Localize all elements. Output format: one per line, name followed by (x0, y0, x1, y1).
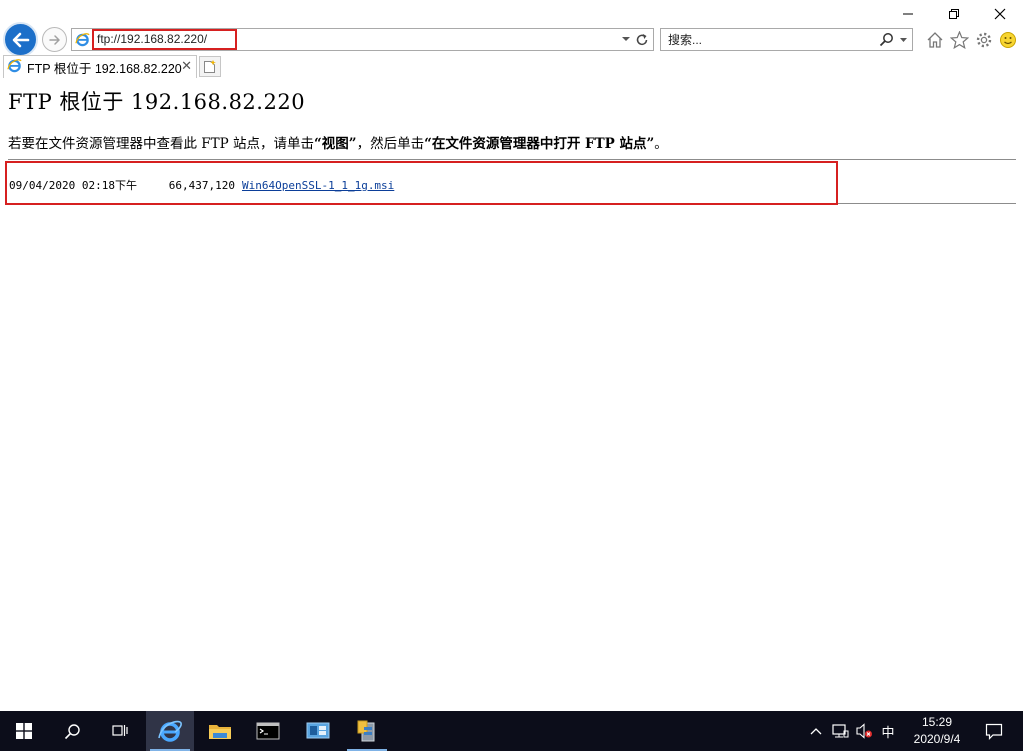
search-input[interactable] (661, 29, 871, 50)
search-box[interactable] (660, 28, 913, 51)
list-item: 09/04/2020 02:18下午 66,437,120 Win64OpenSSL… (9, 177, 394, 193)
back-arrow-icon (12, 32, 29, 47)
taskbar: 中 15:29 2020/9/4 (0, 711, 1023, 751)
clock-time: 15:29 (921, 715, 953, 729)
page-content: FTP 根位于 192.168.82.220 若要在文件资源管理器中查看此 FT… (0, 80, 1023, 712)
search-icon[interactable] (879, 32, 894, 50)
chevron-down-icon[interactable] (899, 34, 908, 48)
favorites-star-icon[interactable] (949, 30, 969, 50)
file-size: 66,437,120 (168, 179, 235, 192)
taskbar-server-manager[interactable] (294, 711, 342, 751)
ie-page-icon (7, 58, 22, 76)
refresh-icon[interactable] (634, 32, 650, 51)
home-icon[interactable] (925, 30, 945, 50)
network-tray-button[interactable] (829, 711, 851, 751)
action-center-button[interactable] (977, 711, 1011, 751)
network-icon (832, 724, 849, 738)
tab-close-icon[interactable]: ✕ (181, 59, 192, 74)
tab-strip: FTP 根位于 192.168.82.220 ✕ (0, 55, 1023, 79)
command-prompt-icon (256, 722, 280, 740)
instructions-open-in-explorer: “在文件资源管理器中打开 FTP 站点” (424, 136, 655, 152)
notification-icon (985, 723, 1003, 740)
forward-arrow-icon (48, 34, 60, 45)
file-time: 02:18下午 (81, 179, 137, 192)
internet-explorer-icon (158, 720, 182, 742)
task-view-button[interactable] (96, 711, 144, 751)
server-manager-icon (306, 722, 330, 739)
minimize-button[interactable] (885, 0, 931, 28)
taskbar-file-explorer[interactable] (196, 711, 244, 751)
instructions-view: “视图” (314, 136, 357, 152)
restore-icon (949, 9, 959, 19)
ime-indicator[interactable]: 中 (877, 711, 899, 751)
start-button[interactable] (0, 711, 48, 751)
taskbar-search-button[interactable] (48, 711, 96, 751)
setup-installer-icon (357, 720, 375, 742)
new-tab-button[interactable] (199, 56, 221, 77)
file-listing: 09/04/2020 02:18下午 66,437,120 Win64OpenSSL… (5, 161, 838, 205)
task-view-icon (112, 725, 128, 736)
forward-button[interactable] (42, 27, 67, 52)
search-icon (64, 723, 80, 739)
taskbar-internet-explorer[interactable] (146, 711, 194, 751)
windows-start-icon (16, 723, 32, 739)
divider-top (8, 159, 1016, 160)
ie-page-icon (75, 32, 90, 50)
back-button[interactable] (3, 22, 38, 57)
instructions-part2: ，然后单击 (356, 136, 425, 152)
address-bar[interactable]: ftp://192.168.82.220/ (71, 28, 654, 51)
instructions-part1: 若要在文件资源管理器中查看此 FTP 站点，请单击 (8, 136, 315, 152)
close-icon (994, 8, 1006, 20)
chevron-up-icon (810, 728, 822, 735)
system-clock[interactable]: 15:29 2020/9/4 (901, 714, 973, 748)
minimize-icon (903, 13, 913, 15)
address-url[interactable]: ftp://192.168.82.220/ (92, 29, 237, 50)
instructions-part3: 。 (654, 136, 668, 152)
smiley-feedback-icon[interactable] (998, 30, 1018, 50)
clock-date: 2020/9/4 (913, 732, 961, 746)
file-link[interactable]: Win64OpenSSL-1_1_1g.msi (242, 179, 394, 192)
taskbar-command-prompt[interactable] (244, 711, 292, 751)
file-explorer-icon (209, 725, 231, 739)
instructions-text: 若要在文件资源管理器中查看此 FTP 站点，请单击“视图”，然后单击“在文件资源… (8, 132, 668, 152)
file-date: 09/04/2020 (9, 179, 76, 192)
restore-button[interactable] (931, 0, 977, 28)
chevron-down-icon[interactable] (621, 33, 631, 48)
tab-title: FTP 根位于 192.168.82.220 (27, 61, 182, 76)
page-title: FTP 根位于 192.168.82.220 (8, 90, 306, 114)
settings-gear-icon[interactable] (974, 30, 994, 50)
show-hidden-icons-button[interactable] (805, 711, 827, 751)
tab-ftp-root[interactable]: FTP 根位于 192.168.82.220 ✕ (3, 55, 197, 78)
window-controls (885, 0, 1023, 28)
close-window-button[interactable] (977, 0, 1023, 28)
volume-muted-icon (856, 723, 872, 739)
new-tab-icon (204, 60, 216, 73)
taskbar-setup-installer[interactable] (343, 711, 391, 751)
volume-tray-button[interactable] (853, 711, 875, 751)
